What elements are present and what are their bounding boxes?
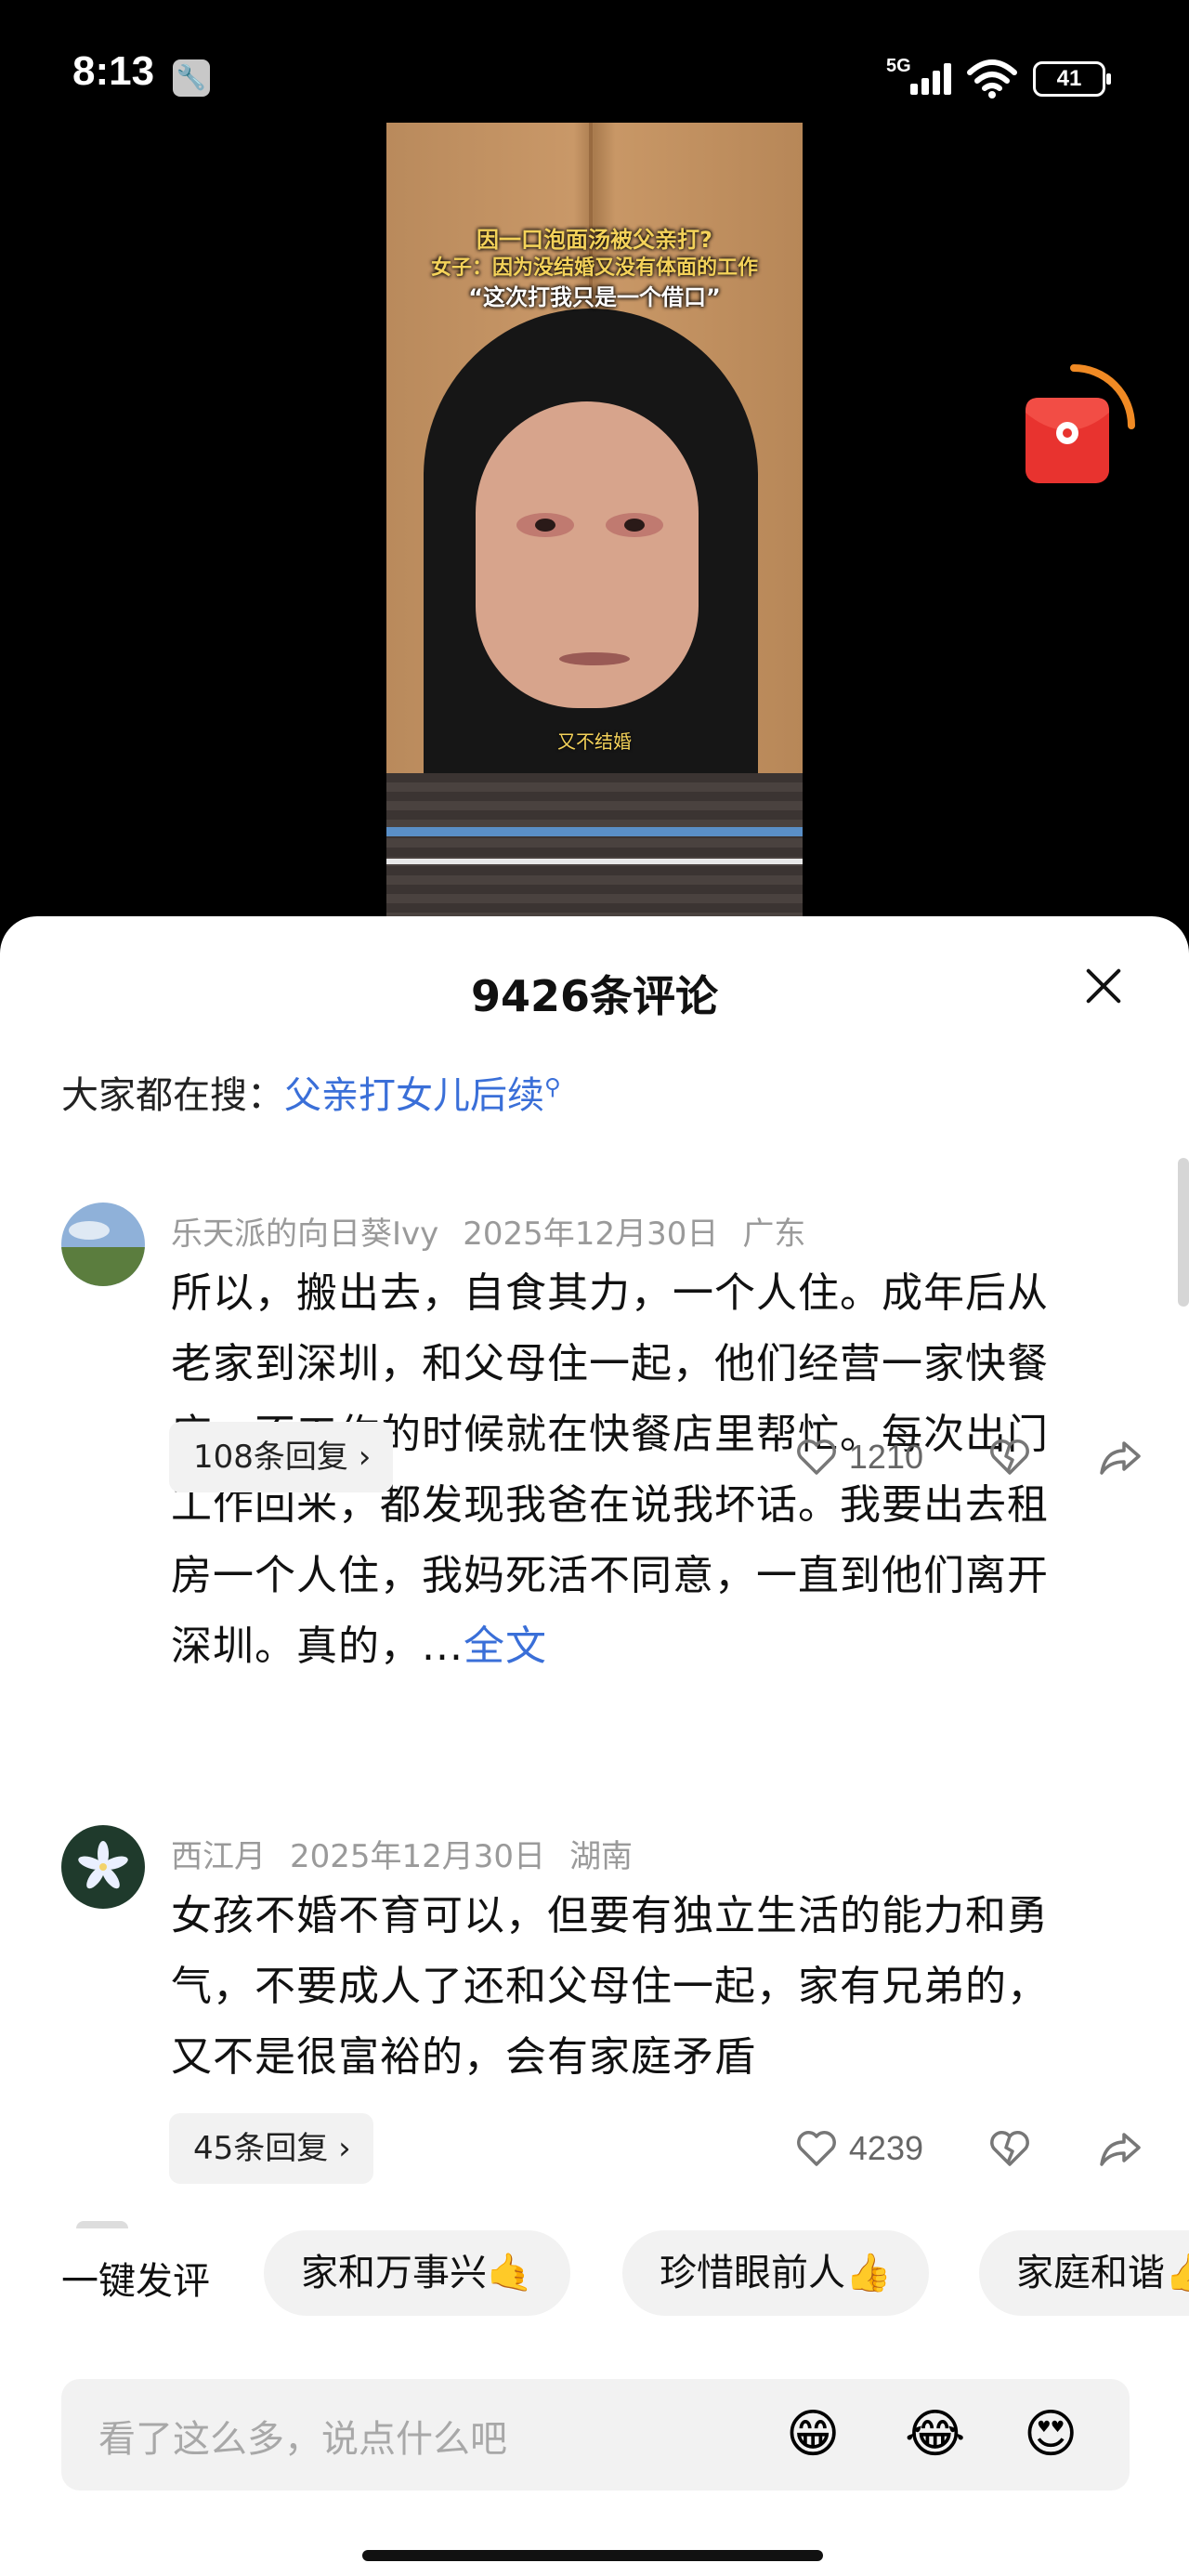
search-suggestion: 大家都在搜：父亲打女儿后续⚲ [61,1073,561,1117]
red-envelope-icon[interactable] [1013,359,1143,498]
comment-meta: 西江月 2025年12月30日 湖南 [171,1831,657,1876]
like-count: 1210 [848,1438,923,1476]
replies-button[interactable]: 108条回复 › [169,1422,394,1492]
like-icon[interactable] [795,1438,838,1477]
like-count: 4239 [848,2129,923,2167]
status-time: 8:13 [72,48,155,94]
laugh-cry-emoji-icon[interactable]: 😂 [905,2405,965,2464]
avatar[interactable] [61,1203,145,1286]
comment-input-placeholder: 看了这么多，说点什么吧 [98,2418,507,2461]
comment-text: 女孩不婚不育可以，但要有独立生活的能力和勇气，不要成人了还和父母住一起，家有兄弟… [171,1892,1049,2081]
search-suggestion-link[interactable]: 父亲打女儿后续⚲ [284,1074,561,1117]
expand-full-text-link[interactable]: 全文 [464,1623,547,1670]
video-person-shirt [386,773,803,922]
like-icon[interactable] [795,2129,838,2168]
video-player[interactable]: 因一口泡面汤被父亲打? 女子：因为没结婚又没有体面的工作 “这次打我只是一个借口… [386,123,803,922]
comment-location: 湖南 [569,1838,634,1875]
close-icon[interactable] [1078,959,1130,1011]
comment-author[interactable]: 西江月 [171,1838,266,1875]
comment-location: 广东 [742,1216,806,1253]
comment-meta: 乐天派的向日葵Ivy 2025年12月30日 广东 [171,1208,830,1254]
avatar [76,2221,128,2228]
replies-button[interactable]: 45条回复 › [169,2113,373,2184]
heart-eyes-emoji-icon[interactable]: 😍 [1024,2405,1078,2464]
wifi-icon [966,58,1018,102]
comment-date: 2025年12月30日 [290,1838,546,1875]
quick-comment-label: 一键发评 [61,2260,210,2303]
comments-sheet: 9426条评论 大家都在搜：父亲打女儿后续⚲ 乐天派的向日葵Ivy 2025年12… [0,916,1189,2576]
share-icon[interactable] [1098,1438,1143,1477]
share-icon[interactable] [1098,2129,1143,2168]
comment-date: 2025年12月30日 [463,1216,719,1253]
grin-emoji-icon[interactable]: 😁 [786,2405,840,2464]
quick-comment-chip[interactable]: 家和万事兴🤙 [264,2230,570,2316]
battery-icon: 41 [1033,61,1111,97]
home-indicator[interactable] [362,2550,823,2561]
quick-comment-chip[interactable]: 珍惜眼前人👍 [622,2230,929,2316]
video-caption: 因一口泡面汤被父亲打? 女子：因为没结婚又没有体面的工作 “这次打我只是一个借口… [430,227,758,310]
wrench-icon: 🔧 [173,59,210,97]
comment-actions: 4239 [795,2113,1143,2184]
comments-title: 9426条评论 [470,971,719,1021]
search-icon: ⚲ [544,1073,561,1100]
scrollbar[interactable] [1178,1158,1189,1307]
comment-input[interactable]: 看了这么多，说点什么吧 😁 😂 😍 [61,2379,1130,2491]
dislike-icon[interactable] [988,1438,1031,1477]
quick-comment-chip[interactable]: 家庭和谐👍 [979,2230,1189,2316]
video-subtitle: 又不结婚 [557,730,632,753]
comment-actions: 1210 [795,1422,1143,1492]
avatar[interactable] [61,1825,145,1909]
dislike-icon[interactable] [988,2129,1031,2168]
comment-author[interactable]: 乐天派的向日葵Ivy [171,1216,438,1253]
status-bar: 8:13 🔧 5G 41 [0,0,1189,112]
signal-icon [907,61,953,95]
quick-comment-row: 一键发评 家和万事兴🤙 珍惜眼前人👍 家庭和谐👍 [0,2230,1189,2320]
